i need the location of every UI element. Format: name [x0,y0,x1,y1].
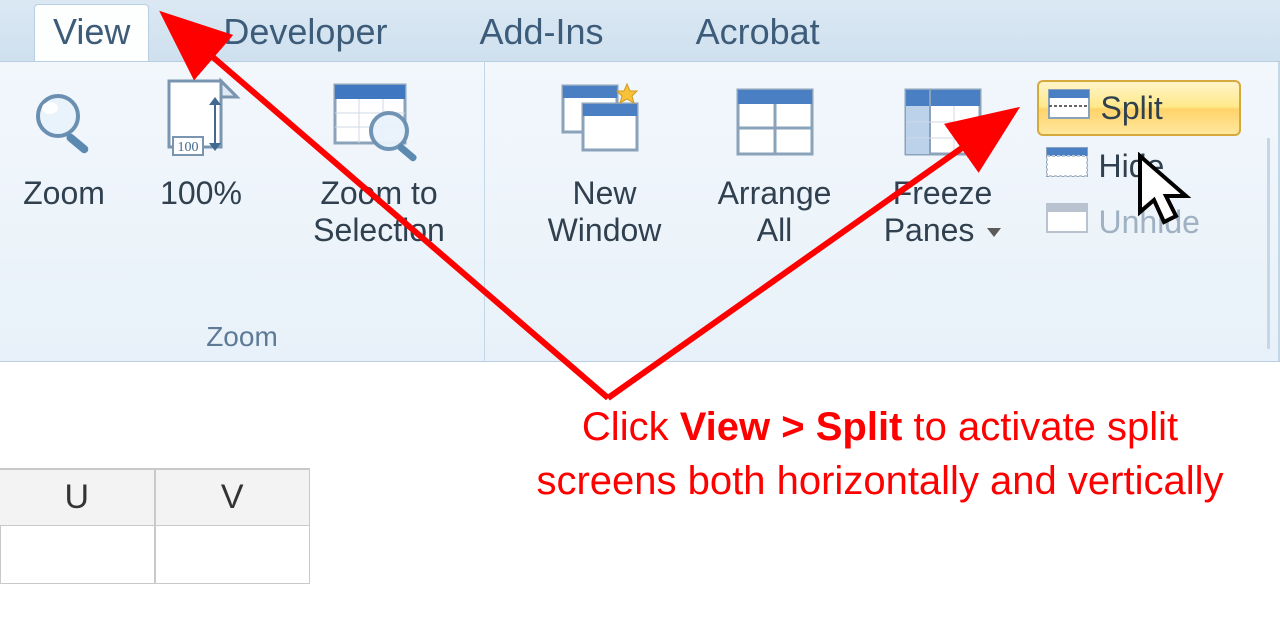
zoom-to-selection-label-l1: Zoom to [320,175,437,212]
ribbon-group-window: New Window Arrange All [485,62,1280,361]
arrange-all-label-l1: Arrange [718,175,832,212]
ribbon-tabstrip: View Developer Add-Ins Acrobat [0,0,1280,62]
new-window-button[interactable]: New Window [523,74,687,249]
hide-icon [1045,144,1089,188]
arrange-all-button[interactable]: Arrange All [695,74,855,249]
zoom-button[interactable]: Zoom [5,74,123,212]
page-100-icon: 100 [131,74,271,169]
tab-acrobat[interactable]: Acrobat [678,5,838,61]
zoom-to-selection-label-l2: Selection [313,212,445,249]
zoom-100-label: 100% [160,175,242,212]
svg-text:100: 100 [178,140,199,155]
column-header-u[interactable]: U [0,468,155,526]
split-button[interactable]: Split [1037,80,1241,136]
split-label: Split [1101,90,1163,127]
unhide-label: Unhide [1099,204,1200,241]
tab-developer[interactable]: Developer [205,5,405,61]
ribbon: Zoom 100 100% [0,62,1280,362]
cell[interactable] [0,526,155,584]
freeze-panes-icon [863,74,1023,169]
cell[interactable] [155,526,310,584]
ribbon-separator [1267,138,1270,349]
zoom-100-button[interactable]: 100 100% [131,74,271,212]
hide-button[interactable]: Hide [1037,140,1241,192]
magnifier-icon [5,74,123,169]
column-header-v[interactable]: V [155,468,311,526]
freeze-panes-label-l1: Freeze [893,175,993,211]
tab-view[interactable]: View [34,4,149,61]
window-small-buttons: Split Hide [1031,74,1241,248]
ribbon-group-zoom: Zoom 100 100% [0,62,485,361]
new-window-icon [523,74,687,169]
unhide-icon [1045,200,1089,244]
zoom-label: Zoom [23,175,105,212]
unhide-button[interactable]: Unhide [1037,196,1241,248]
chevron-down-icon [987,228,1001,237]
worksheet-headers: U V [0,420,310,584]
freeze-panes-button[interactable]: Freeze Panes [863,74,1023,249]
split-icon [1047,86,1091,130]
new-window-label-l1: New [572,175,636,212]
group-label-zoom: Zoom [206,319,278,355]
freeze-panes-label-l2: Panes [884,212,975,248]
tab-addins[interactable]: Add-Ins [461,5,621,61]
annotation-prefix: Click [582,405,680,449]
annotation-bold: View > Split [680,405,903,449]
zoom-to-selection-button[interactable]: Zoom to Selection [279,74,479,249]
new-window-label-l2: Window [548,212,662,249]
hide-label: Hide [1099,148,1165,185]
arrange-all-label-l2: All [757,212,793,249]
annotation-text: Click View > Split to activate split scr… [520,400,1240,508]
arrange-all-icon [695,74,855,169]
sheet-magnifier-icon [279,74,479,169]
